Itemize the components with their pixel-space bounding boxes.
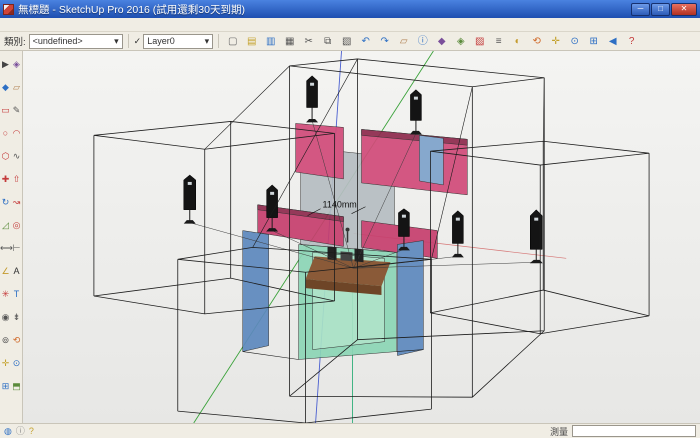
copy-icon[interactable]: ⧉ [319,33,336,49]
components-icon[interactable]: ◈ [452,33,469,49]
circle-tool[interactable]: ○ [0,122,11,145]
close-button[interactable]: ✕ [671,3,697,16]
status-bar: ◍ ⓘ ? 測量 [0,423,700,438]
paste-icon[interactable]: ▧ [338,33,355,49]
speaker-left[interactable] [184,175,196,224]
polygon-tool[interactable]: ⬡ [0,145,11,168]
3d-text-tool[interactable]: T [11,283,22,306]
zoom-extents-tool[interactable]: ⊞ [0,375,11,398]
make-component-tool[interactable]: ◈ [11,53,22,76]
chevron-down-icon: ▾ [205,36,210,47]
maximize-button[interactable]: □ [651,3,670,16]
scale-tool[interactable]: ◿ [0,214,11,237]
undo-icon[interactable]: ↶ [357,33,374,49]
styles-icon[interactable]: ▨ [471,33,488,49]
follow-me-tool[interactable]: ↝ [11,191,22,214]
layers-icon[interactable]: ≡ [490,33,507,49]
classifier-dropdown[interactable]: <undefined> ▾ [29,34,123,49]
orbit-tool[interactable]: ⟲ [11,329,22,352]
desk-monitor [341,251,353,261]
credits-icon[interactable]: ⓘ [16,425,25,437]
move-tool[interactable]: ✚ [0,168,11,191]
window-title: 無標題 - SketchUp Pro 2016 (試用還剩30天到期) [18,2,627,17]
help-icon[interactable]: ? [623,33,640,49]
tip-icon[interactable]: ? [29,425,34,437]
model-info-icon[interactable]: ⓘ [414,33,431,49]
app-icon [3,4,14,15]
pan-icon[interactable]: ✛ [547,33,564,49]
tool-palette: ▶ ◈ ◆ ▱ ▭ ✎ ○ ◠ ⬡ ∿ [0,51,23,423]
speaker-top-right[interactable] [410,90,422,135]
arc-tool[interactable]: ◠ [11,122,22,145]
speaker-top-left[interactable] [306,76,318,123]
minimize-button[interactable]: ─ [631,3,650,16]
previous-view-icon[interactable]: ◀ [604,33,621,49]
eraser-tool[interactable]: ▱ [11,76,22,99]
dimension-tool[interactable]: ⊢ [11,237,22,260]
dimension-label: 1140mm [323,200,357,210]
layer-visible-check[interactable]: ✓ [134,36,142,47]
look-around-tool[interactable]: ⊚ [0,329,11,352]
zoom-icon[interactable]: ⊙ [566,33,583,49]
rectangle-tool[interactable]: ▭ [0,99,11,122]
tape-measure-tool[interactable]: ⟷ [0,237,11,260]
offset-tool[interactable]: ◎ [11,214,22,237]
measurements-input[interactable] [572,425,696,437]
shadows-icon[interactable]: ◐ [509,33,526,49]
viewport-3d[interactable]: 1140mm [23,51,700,423]
model-svg: 1140mm [23,51,700,423]
measurements-label: 測量 [550,425,568,438]
save-icon[interactable]: ▥ [262,33,279,49]
room-surfaces [243,123,468,359]
open-icon[interactable]: ▤ [243,33,260,49]
main-toolbar: 類別: <undefined> ▾ ✓ Layer0 ▾ ▢ ▤ ▥ ▦ ✂ ⧉ [0,32,700,51]
pan-tool[interactable]: ✛ [0,352,11,375]
desk-speaker-right [355,248,364,262]
classifier-value: <undefined> [33,36,83,46]
window-controls: ─ □ ✕ [631,3,697,16]
walk-tool[interactable]: ⇟ [11,306,22,329]
new-icon[interactable]: ▢ [224,33,241,49]
toolbar-separator [128,34,129,48]
push-pull-tool[interactable]: ⇧ [11,168,22,191]
paint-bucket-tool[interactable]: ◆ [0,76,11,99]
rotate-tool[interactable]: ↻ [0,191,11,214]
layer-value: Layer0 [147,36,175,46]
scale-figure [346,228,350,232]
toolbar-separator [218,34,219,48]
freehand-tool[interactable]: ∿ [11,145,22,168]
axes-tool[interactable]: ✳ [0,283,11,306]
chevron-down-icon: ▾ [114,36,119,47]
layer-dropdown[interactable]: Layer0 ▾ [143,34,213,49]
select-tool[interactable]: ▶ [0,53,11,76]
sketchup-window: 無標題 - SketchUp Pro 2016 (試用還剩30天到期) ─ □ … [0,0,700,438]
menu-bar [0,18,700,32]
blue-panel-top-right [419,135,443,185]
classifier-label: 類別: [4,34,26,48]
title-bar: 無標題 - SketchUp Pro 2016 (試用還剩30天到期) ─ □ … [0,0,700,18]
text-tool[interactable]: A [11,260,22,283]
zoom-tool[interactable]: ⊙ [11,352,22,375]
line-tool[interactable]: ✎ [11,99,22,122]
speaker-right[interactable] [452,211,464,258]
print-icon[interactable]: ▦ [281,33,298,49]
geolocation-icon[interactable]: ◍ [4,425,12,437]
cut-icon[interactable]: ✂ [300,33,317,49]
materials-icon[interactable]: ◆ [433,33,450,49]
protractor-tool[interactable]: ∠ [0,260,11,283]
redo-icon[interactable]: ↷ [376,33,393,49]
position-camera-tool[interactable]: ◉ [0,306,11,329]
orbit-icon[interactable]: ⟲ [528,33,545,49]
zoom-extents-icon[interactable]: ⊞ [585,33,602,49]
section-plane-tool[interactable]: ⬒ [11,375,22,398]
main-area: ▶ ◈ ◆ ▱ ▭ ✎ ○ ◠ ⬡ ∿ [0,51,700,423]
erase-icon[interactable]: ▱ [395,33,412,49]
